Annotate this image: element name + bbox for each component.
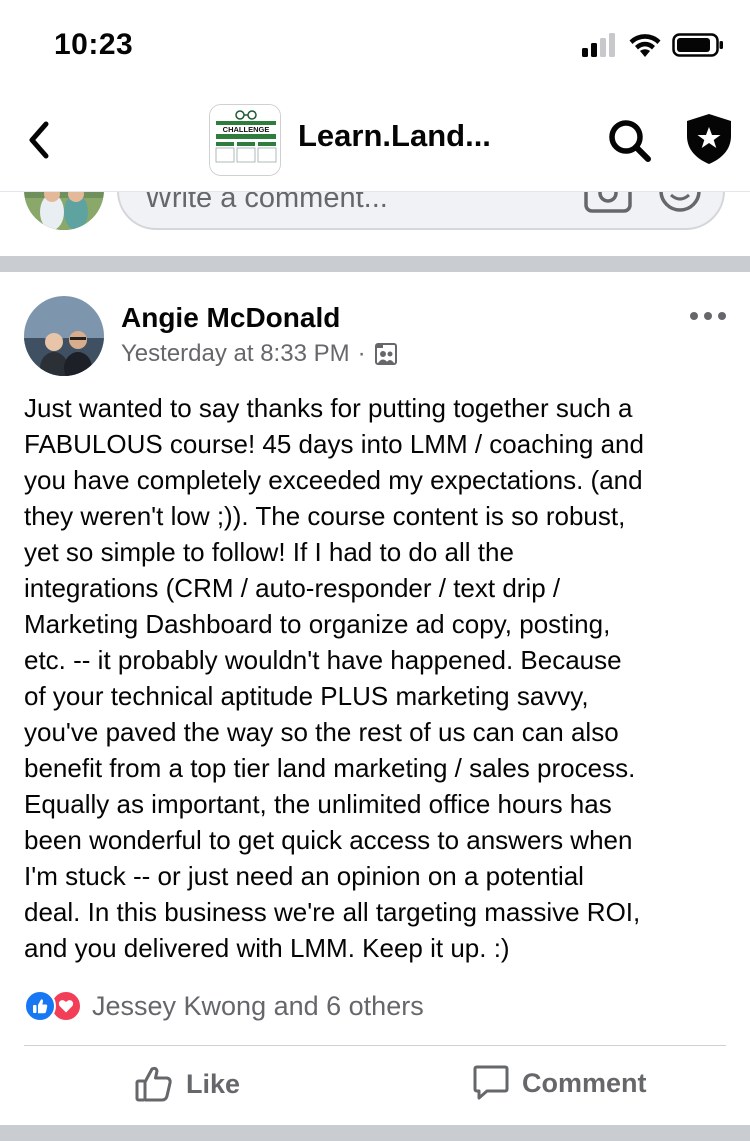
comment-label: Comment	[522, 1067, 647, 1098]
post: Angie McDonald Yesterday at 8:33 PM · Ju…	[0, 272, 750, 1125]
battery-icon	[672, 33, 723, 57]
section-divider	[0, 256, 750, 272]
camera-icon[interactable]	[583, 192, 633, 214]
group-logo-icon: CHALLENGE	[210, 105, 280, 175]
user-photo-icon	[24, 192, 104, 230]
post-body-line: I'm stuck -- or just need an opinion on …	[24, 861, 584, 891]
group-thumb-text: CHALLENGE	[223, 125, 270, 134]
post-body-line: you have completely exceeded my expectat…	[24, 465, 643, 495]
comment-composer: Write a comment...	[0, 192, 750, 256]
post-body-line: they weren't low ;)). The course content…	[24, 501, 626, 531]
speech-bubble-icon	[473, 1065, 509, 1100]
post-body-line: you've paved the way so the rest of us c…	[24, 717, 619, 747]
actions-divider	[24, 1045, 726, 1046]
reactions-summary[interactable]: Jessey Kwong and 6 others	[24, 988, 424, 1024]
comment-placeholder: Write a comment...	[145, 192, 388, 214]
post-body-line: been wonderful to get quick access to an…	[24, 825, 633, 855]
author-name[interactable]: Angie McDonald	[121, 302, 340, 334]
group-title[interactable]: Learn.Land...	[298, 118, 491, 154]
wifi-icon	[629, 34, 661, 57]
shield-star-icon	[687, 114, 731, 164]
post-body-line: etc. -- it probably wouldn't have happen…	[24, 645, 622, 675]
meta-separator: ·	[357, 340, 366, 367]
comment-input[interactable]: Write a comment...	[117, 192, 725, 230]
post-body-line: FABULOUS course! 45 days into LMM / coac…	[24, 429, 644, 459]
post-body-line: deal. In this business we're all targeti…	[24, 897, 641, 927]
author-photo-icon	[24, 296, 104, 376]
status-icons	[582, 32, 724, 58]
like-label: Like	[186, 1068, 241, 1099]
emoji-icon[interactable]	[657, 192, 703, 214]
group-members-icon	[374, 343, 397, 365]
signal-icon	[582, 33, 615, 57]
like-button[interactable]: Like	[134, 1064, 240, 1104]
more-options-button[interactable]	[690, 312, 730, 328]
more-dots-icon	[690, 312, 698, 320]
search-icon	[609, 120, 651, 162]
post-meta: Yesterday at 8:33 PM ·	[121, 340, 398, 368]
post-body-line: of your technical aptitude PLUS marketin…	[24, 681, 589, 711]
post-timestamp[interactable]: Yesterday at 8:33 PM	[121, 340, 350, 368]
section-divider-bottom	[0, 1125, 750, 1141]
group-header: CHALLENGE Learn.Land...	[0, 92, 750, 192]
post-body-line: Marketing Dashboard to organize ad copy,…	[24, 609, 611, 639]
like-reaction-icon	[24, 990, 56, 1022]
post-body: Just wanted to say thanks for putting to…	[24, 390, 730, 966]
post-body-line: Equally as important, the unlimited offi…	[24, 789, 612, 819]
post-body-line: integrations (CRM / auto-responder / tex…	[24, 573, 561, 603]
commenter-avatar[interactable]	[24, 192, 104, 230]
reactions-text: Jessey Kwong and 6 others	[92, 990, 424, 1021]
admin-tools-button[interactable]	[684, 112, 734, 166]
back-arrow-icon	[29, 121, 49, 159]
comment-button[interactable]: Comment	[472, 1064, 647, 1102]
back-button[interactable]	[22, 118, 62, 162]
group-avatar[interactable]: CHALLENGE	[209, 104, 281, 176]
post-body-line: yet so simple to follow! If I had to do …	[24, 537, 514, 567]
thumbs-up-icon	[135, 1066, 172, 1102]
search-button[interactable]	[606, 117, 654, 165]
status-time: 10:23	[54, 28, 134, 61]
post-body-line: and you delivered with LMM. Keep it up. …	[24, 933, 510, 963]
post-body-line: benefit from a top tier land marketing /…	[24, 753, 636, 783]
post-body-line: Just wanted to say thanks for putting to…	[24, 393, 633, 423]
author-avatar[interactable]	[24, 296, 104, 376]
status-bar: 10:23	[0, 0, 750, 92]
